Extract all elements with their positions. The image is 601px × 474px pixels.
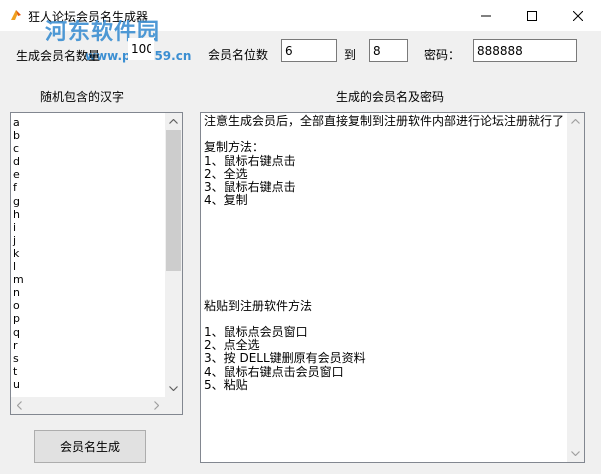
minimize-icon bbox=[481, 15, 491, 16]
list-item[interactable]: g bbox=[13, 195, 24, 208]
text-line: 3、鼠标右键点击 bbox=[204, 179, 296, 194]
text-line bbox=[204, 286, 564, 299]
list-item[interactable]: d bbox=[13, 155, 24, 168]
text-line: 复制方法： bbox=[204, 140, 265, 155]
scroll-down-button[interactable] bbox=[165, 380, 182, 397]
scroll-left-button[interactable] bbox=[11, 397, 28, 414]
list-item[interactable]: h bbox=[13, 208, 24, 221]
text-line: 4、复制 bbox=[204, 193, 248, 208]
maximize-icon bbox=[527, 10, 537, 21]
password-label: 密码： bbox=[424, 48, 461, 62]
text-line bbox=[204, 273, 564, 286]
app-window: 狂人论坛会员名生成器 河东软件园 www.pc0359.cn 生成会员名数量 会… bbox=[0, 0, 601, 474]
to-label: 到 bbox=[344, 48, 357, 62]
left-panel-header: 随机包含的汉字 bbox=[40, 90, 125, 104]
output-text: 注意生成会员后，全部直接复制到注册软件内部进行论坛注册就行了 复制方法： 1、鼠标右… bbox=[204, 114, 565, 392]
count-input[interactable] bbox=[128, 38, 154, 60]
maximize-button[interactable] bbox=[509, 0, 555, 31]
digits-label: 会员名位数 bbox=[208, 48, 269, 62]
text-line: 粘贴到注册软件方法 bbox=[204, 298, 313, 313]
generate-button[interactable]: 会员名生成 bbox=[34, 430, 146, 463]
chevron-down-icon bbox=[169, 386, 178, 391]
close-button[interactable] bbox=[555, 0, 601, 31]
list-item[interactable]: q bbox=[13, 326, 24, 339]
text-line: 注意生成会员后，全部直接复制到注册软件内部进行论坛注册就行了 bbox=[204, 114, 565, 128]
output-textarea[interactable]: 注意生成会员后，全部直接复制到注册软件内部进行论坛注册就行了 复制方法： 1、鼠标右… bbox=[200, 112, 585, 463]
text-line: 4、鼠标右键点击会员窗口 bbox=[204, 364, 344, 379]
output-scroll-up-button[interactable] bbox=[567, 113, 584, 130]
list-item[interactable]: l bbox=[13, 260, 24, 273]
chars-listbox[interactable]: abcdefghijklmnopqrstu bbox=[10, 112, 183, 415]
chevron-up-icon bbox=[571, 119, 580, 124]
chevron-up-icon bbox=[169, 119, 178, 124]
chars-vertical-scrollbar[interactable] bbox=[165, 113, 182, 397]
text-line: 3、按 DELL键删原有会员资料 bbox=[204, 351, 366, 366]
text-line: 5、粘贴 bbox=[204, 377, 248, 392]
text-line: 2、全选 bbox=[204, 166, 248, 181]
chevron-left-icon bbox=[17, 401, 22, 410]
close-icon bbox=[573, 10, 583, 21]
digits-min-input[interactable] bbox=[281, 39, 337, 62]
count-label: 生成会员名数量 bbox=[16, 49, 101, 63]
list-item[interactable]: c bbox=[13, 142, 24, 155]
scroll-corner bbox=[165, 397, 182, 414]
right-panel-header: 生成的会员名及密码 bbox=[336, 90, 445, 104]
text-line bbox=[204, 207, 564, 220]
list-item[interactable]: a bbox=[13, 116, 24, 129]
list-item[interactable]: t bbox=[13, 365, 24, 378]
list-item[interactable]: o bbox=[13, 299, 24, 312]
output-scroll-down-button[interactable] bbox=[567, 445, 584, 462]
output-vertical-scrollbar[interactable] bbox=[567, 113, 584, 462]
list-item[interactable]: r bbox=[13, 339, 24, 352]
digits-max-input[interactable] bbox=[369, 39, 408, 62]
list-item[interactable]: k bbox=[13, 247, 24, 260]
chevron-right-icon bbox=[154, 401, 159, 410]
list-item[interactable]: f bbox=[13, 181, 24, 194]
list-item[interactable]: i bbox=[13, 221, 24, 234]
text-line: 1、鼠标右键点击 bbox=[204, 153, 296, 168]
text-line bbox=[204, 260, 564, 273]
scroll-right-button[interactable] bbox=[148, 397, 165, 414]
app-icon bbox=[11, 10, 21, 20]
text-line bbox=[204, 234, 564, 247]
scroll-up-button[interactable] bbox=[165, 113, 182, 130]
list-item[interactable]: j bbox=[13, 234, 24, 247]
text-line bbox=[204, 247, 564, 260]
list-item[interactable]: b bbox=[13, 129, 24, 142]
list-item[interactable]: e bbox=[13, 168, 24, 181]
list-item[interactable]: s bbox=[13, 352, 24, 365]
minimize-button[interactable] bbox=[463, 0, 509, 31]
title-bar[interactable]: 狂人论坛会员名生成器 河东软件园 bbox=[0, 0, 601, 45]
chevron-down-icon bbox=[571, 451, 580, 456]
list-item[interactable]: u bbox=[13, 378, 24, 391]
chars-list: abcdefghijklmnopqrstu bbox=[13, 116, 24, 391]
password-input[interactable] bbox=[473, 39, 577, 62]
text-line bbox=[204, 221, 564, 234]
list-item[interactable]: p bbox=[13, 312, 24, 325]
list-item[interactable]: n bbox=[13, 286, 24, 299]
chars-horizontal-scrollbar[interactable] bbox=[11, 397, 165, 414]
list-item[interactable]: m bbox=[13, 273, 24, 286]
scroll-thumb[interactable] bbox=[166, 130, 181, 271]
